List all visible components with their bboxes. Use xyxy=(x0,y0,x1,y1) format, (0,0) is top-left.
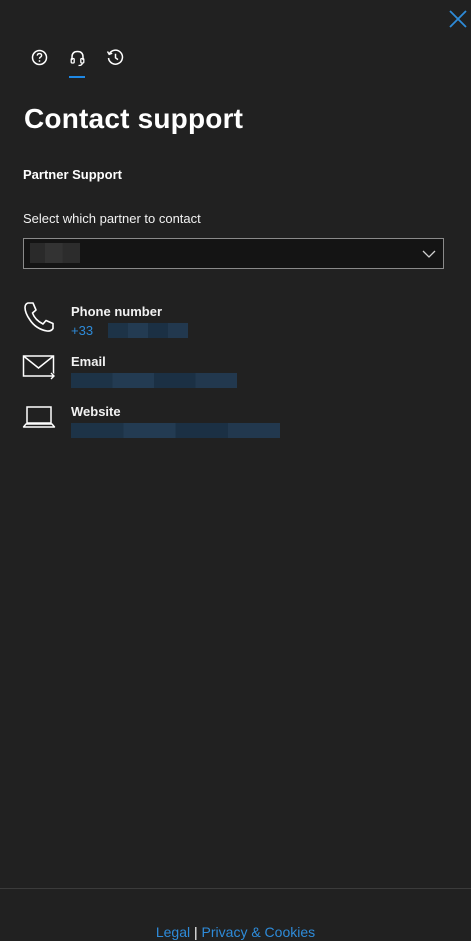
footer-separator: | xyxy=(194,924,198,940)
section-heading: Partner Support xyxy=(23,167,122,182)
footer: Legal | Privacy & Cookies xyxy=(0,924,471,940)
page-title: Contact support xyxy=(24,103,244,134)
legal-link[interactable]: Legal xyxy=(156,924,190,940)
contact-email: Email xyxy=(22,350,241,388)
contact-website: Website xyxy=(22,400,283,438)
website-label: Website xyxy=(71,404,121,419)
headset-icon xyxy=(70,50,84,67)
contact-phone: Phone number +33 xyxy=(22,300,191,338)
close-icon[interactable] xyxy=(447,8,469,30)
email-value-redacted[interactable] xyxy=(71,373,237,388)
privacy-cookies-link[interactable]: Privacy & Cookies xyxy=(202,924,316,940)
history-icon xyxy=(106,49,124,65)
contact-support-panel: Contact support Partner Support Select w… xyxy=(0,0,471,941)
partner-select[interactable] xyxy=(23,238,444,269)
footer-divider xyxy=(0,888,471,889)
tab-contact-support[interactable] xyxy=(65,46,89,78)
laptop-icon xyxy=(22,406,56,428)
tab-history[interactable] xyxy=(103,46,127,78)
email-icon xyxy=(22,355,56,381)
partner-select-value xyxy=(30,243,80,263)
website-value-redacted[interactable] xyxy=(71,423,280,438)
tab-bar xyxy=(27,46,127,78)
phone-icon xyxy=(24,302,54,332)
phone-value[interactable]: +33 xyxy=(71,323,93,338)
chevron-down-icon xyxy=(422,250,436,258)
email-label: Email xyxy=(71,354,106,369)
phone-label: Phone number xyxy=(71,304,163,319)
phone-value-redacted xyxy=(108,323,188,338)
help-icon xyxy=(31,49,47,66)
partner-select-label: Select which partner to contact xyxy=(23,211,201,226)
tab-help[interactable] xyxy=(27,46,51,78)
